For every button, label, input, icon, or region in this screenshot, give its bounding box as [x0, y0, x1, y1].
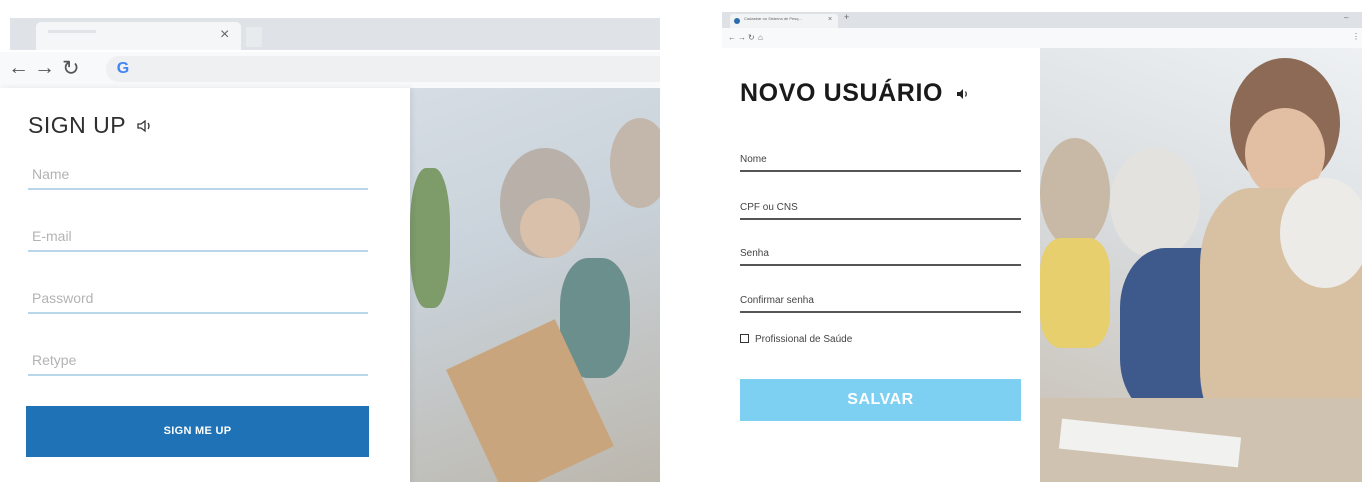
second-woman-silhouette: [1280, 178, 1362, 288]
forward-icon[interactable]: →: [34, 56, 55, 80]
salvar-button[interactable]: SALVAR: [740, 379, 1021, 421]
email-input[interactable]: E-mail: [28, 224, 368, 252]
right-novo-usuario-screenshot: Cadastrar no Sistema de Pesq... × + – ← …: [722, 0, 1362, 482]
browser-toolbar: ← → ↻ G: [0, 52, 660, 89]
plant-silhouette: [410, 168, 450, 308]
google-icon: G: [116, 60, 130, 77]
yellow-shirt-silhouette: [1040, 238, 1110, 348]
background-photo: [1040, 48, 1362, 482]
menu-icon[interactable]: ⋮: [1352, 32, 1360, 41]
reload-icon[interactable]: ↻: [748, 33, 755, 42]
tab-title: Cadastrar no Sistema de Pesq...: [744, 16, 802, 21]
address-bar[interactable]: G: [106, 56, 660, 82]
browser-tab[interactable]: Cadastrar no Sistema de Pesq... ×: [730, 14, 838, 28]
person-silhouette: [1040, 138, 1110, 248]
speaker-icon[interactable]: [956, 87, 970, 105]
confirmar-senha-input[interactable]: Confirmar senha: [740, 287, 1021, 313]
face-silhouette: [520, 198, 580, 258]
favicon-icon: [734, 18, 740, 24]
password-input[interactable]: Password: [28, 286, 368, 314]
new-tab-icon[interactable]: +: [844, 12, 849, 22]
profissional-saude-checkbox[interactable]: Profissional de Saúde: [740, 334, 852, 345]
retype-password-input[interactable]: Retype: [28, 348, 368, 376]
reload-icon[interactable]: ↻: [62, 56, 80, 81]
back-icon[interactable]: ←: [728, 33, 736, 42]
sign-me-up-button[interactable]: SIGN ME UP: [26, 406, 369, 457]
form-title: NOVO USUÁRIO: [740, 79, 944, 107]
tab-close-icon[interactable]: ×: [220, 26, 229, 44]
novo-usuario-form: NOVO USUÁRIO Nome CPF ou CNS Senha Confi…: [722, 48, 1040, 482]
checkbox-label: Profissional de Saúde: [755, 334, 853, 345]
left-signup-screenshot: × ← → ↻ G SIGN UP Name E-mail Password R…: [0, 0, 660, 482]
browser-toolbar: ← → ↻ ⌂ ⋮: [722, 28, 1362, 49]
new-tab-button[interactable]: [246, 27, 262, 47]
browser-tab[interactable]: ×: [36, 22, 241, 50]
home-icon[interactable]: ⌂: [758, 33, 763, 42]
white-hair-silhouette: [1110, 148, 1200, 258]
back-icon[interactable]: ←: [8, 56, 29, 80]
tab-title-placeholder: [48, 30, 96, 33]
second-person-silhouette: [610, 118, 660, 208]
tab-close-icon[interactable]: ×: [828, 16, 832, 23]
checkbox-box[interactable]: [740, 334, 749, 343]
cpf-cns-input[interactable]: CPF ou CNS: [740, 194, 1021, 220]
nome-input[interactable]: Nome: [740, 146, 1021, 172]
signup-form: SIGN UP Name E-mail Password Retype SIGN…: [0, 88, 410, 482]
forward-icon[interactable]: →: [738, 33, 746, 42]
minimize-icon[interactable]: –: [1344, 13, 1348, 22]
form-title: SIGN UP: [28, 112, 127, 138]
background-photo: [410, 88, 660, 482]
name-input[interactable]: Name: [28, 162, 368, 190]
speaker-icon[interactable]: [137, 119, 153, 138]
senha-input[interactable]: Senha: [740, 240, 1021, 266]
